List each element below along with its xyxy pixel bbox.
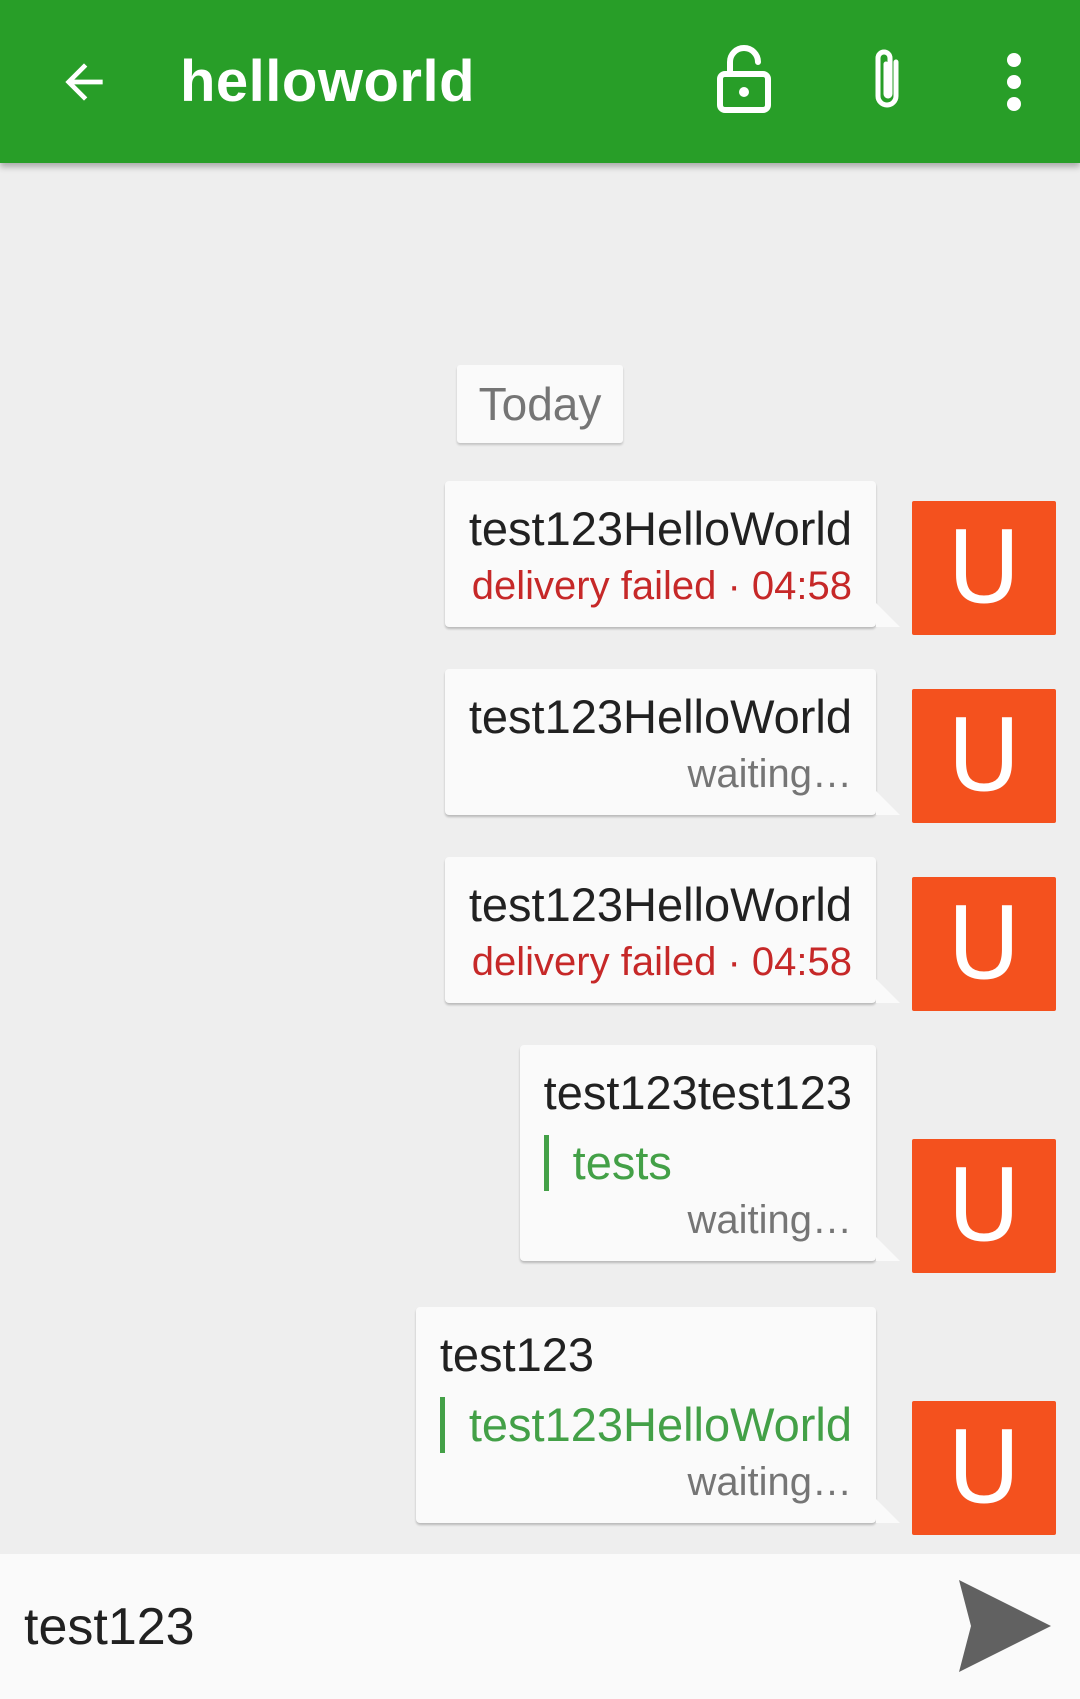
message-bubble[interactable]: test123test123 tests waiting…: [519, 1045, 901, 1261]
avatar[interactable]: U: [912, 877, 1056, 1011]
quoted-text: tests: [543, 1135, 852, 1191]
message-status: waiting…: [687, 1460, 852, 1504]
message-bubble[interactable]: test123HelloWorld waiting…: [444, 669, 901, 815]
avatar[interactable]: U: [912, 1401, 1056, 1535]
avatar[interactable]: U: [912, 1139, 1056, 1273]
message-text: test123: [439, 1328, 595, 1381]
message-status: waiting…: [687, 1198, 852, 1242]
message-bubble[interactable]: test123HelloWorld delivery failed · 04:5…: [444, 857, 901, 1003]
message-text: test123test123: [543, 1066, 852, 1119]
date-separator: Today: [457, 365, 623, 443]
message-status: delivery failed · 04:58: [471, 940, 852, 984]
message-input[interactable]: [22, 1590, 926, 1664]
app-bar: helloworld: [0, 0, 1080, 163]
more-vert-icon[interactable]: [1002, 52, 1026, 112]
message-bubble[interactable]: test123 test123HelloWorld waiting…: [415, 1307, 901, 1523]
send-icon[interactable]: [955, 1576, 1055, 1676]
conversation-title: helloworld: [180, 49, 475, 114]
paperclip-icon[interactable]: [866, 44, 910, 116]
back-arrow-icon[interactable]: [56, 54, 112, 110]
message-status: delivery failed · 04:58: [471, 564, 852, 608]
message-text: test123HelloWorld: [468, 878, 852, 931]
avatar[interactable]: U: [912, 689, 1056, 823]
quoted-text: test123HelloWorld: [439, 1397, 852, 1453]
message-status: waiting…: [687, 752, 852, 796]
message-list[interactable]: Today test123HelloWorld delivery failed …: [0, 163, 1080, 1554]
avatar[interactable]: U: [912, 501, 1056, 635]
lock-open-icon[interactable]: [716, 44, 772, 114]
message-text: test123HelloWorld: [468, 690, 852, 743]
message-composer: [0, 1554, 1080, 1699]
message-bubble[interactable]: test123HelloWorld delivery failed · 04:5…: [444, 481, 901, 627]
message-text: test123HelloWorld: [468, 502, 852, 555]
